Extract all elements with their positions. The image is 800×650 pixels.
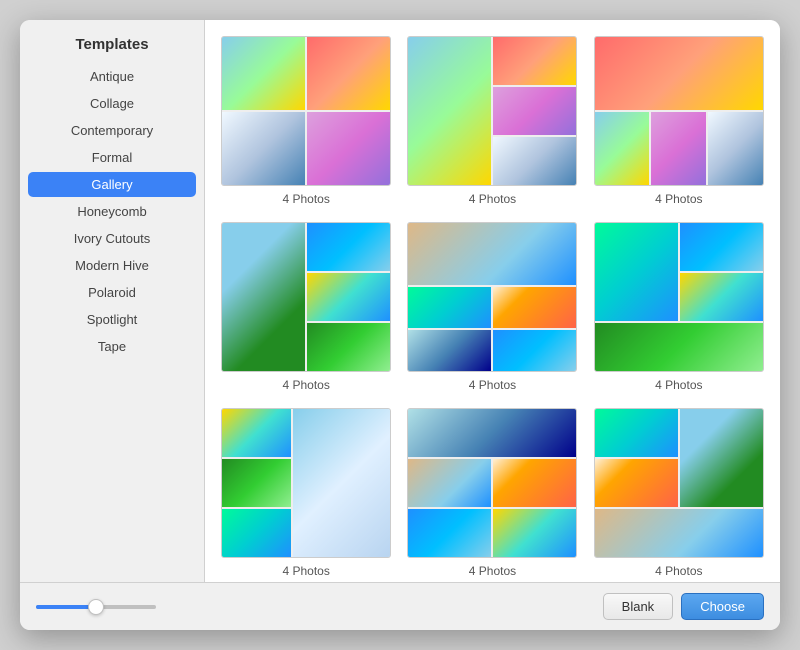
photo-cell: [595, 409, 678, 457]
template-label-4: 4 Photos: [282, 378, 329, 392]
photo-cell: [408, 223, 576, 285]
template-card-5[interactable]: 4 Photos: [407, 222, 577, 392]
blank-button[interactable]: Blank: [603, 593, 674, 620]
sidebar-item-polaroid[interactable]: Polaroid: [28, 280, 196, 305]
template-label-1: 4 Photos: [282, 192, 329, 206]
template-label-7: 4 Photos: [282, 564, 329, 578]
template-card-2[interactable]: 4 Photos: [407, 36, 577, 206]
slider-track: [36, 605, 96, 609]
photo-cell: [493, 330, 576, 371]
photo-cell: [307, 223, 390, 271]
photo-cell: [408, 287, 491, 328]
photo-cell: [493, 137, 576, 185]
footer-buttons: Blank Choose: [603, 593, 764, 620]
template-label-5: 4 Photos: [469, 378, 516, 392]
photo-cell: [222, 459, 291, 507]
template-thumb-7: [221, 408, 391, 558]
template-card-8[interactable]: 4 Photos: [407, 408, 577, 578]
template-card-7[interactable]: 4 Photos: [221, 408, 391, 578]
photo-cell: [493, 87, 576, 135]
photo-cell: [493, 287, 576, 328]
template-thumb-1: [221, 36, 391, 186]
photo-cell: [307, 112, 390, 185]
photo-cell: [680, 273, 763, 321]
sidebar: Templates Antique Collage Contemporary F…: [20, 20, 205, 582]
sidebar-item-antique[interactable]: Antique: [28, 64, 196, 89]
template-card-1[interactable]: 4 Photos: [221, 36, 391, 206]
photo-cell: [222, 409, 291, 457]
photo-cell: [408, 330, 491, 371]
template-thumb-5: [407, 222, 577, 372]
photo-cell: [680, 223, 763, 271]
template-card-9[interactable]: 4 Photos: [594, 408, 764, 578]
photo-cell: [408, 509, 491, 557]
photo-cell: [408, 37, 491, 185]
sidebar-item-ivory-cutouts[interactable]: Ivory Cutouts: [28, 226, 196, 251]
content-area: Templates Antique Collage Contemporary F…: [20, 20, 780, 582]
sidebar-item-spotlight[interactable]: Spotlight: [28, 307, 196, 332]
sidebar-item-modern-hive[interactable]: Modern Hive: [28, 253, 196, 278]
photo-cell: [708, 112, 763, 185]
photo-cell: [293, 409, 390, 557]
photo-cell: [651, 112, 706, 185]
templates-area[interactable]: 4 Photos 4 Photos: [205, 20, 780, 582]
sidebar-title: Templates: [20, 36, 204, 53]
photo-cell: [222, 112, 305, 185]
photo-cell: [595, 459, 678, 507]
photo-cell: [680, 409, 763, 507]
template-thumb-6: [594, 222, 764, 372]
slider-thumb[interactable]: [88, 599, 104, 615]
photo-cell: [493, 459, 576, 507]
photo-cell: [222, 37, 305, 110]
template-label-8: 4 Photos: [469, 564, 516, 578]
size-slider[interactable]: [36, 605, 156, 609]
photo-cell: [595, 223, 678, 321]
slider-container: [36, 605, 156, 609]
template-thumb-2: [407, 36, 577, 186]
photo-cell: [408, 459, 491, 507]
template-label-9: 4 Photos: [655, 564, 702, 578]
template-card-4[interactable]: 4 Photos: [221, 222, 391, 392]
template-thumb-8: [407, 408, 577, 558]
photo-cell: [408, 409, 576, 457]
template-label-3: 4 Photos: [655, 192, 702, 206]
template-label-6: 4 Photos: [655, 378, 702, 392]
template-thumb-4: [221, 222, 391, 372]
sidebar-item-formal[interactable]: Formal: [28, 145, 196, 170]
template-label-2: 4 Photos: [469, 192, 516, 206]
photo-cell: [595, 509, 763, 557]
template-thumb-9: [594, 408, 764, 558]
photo-cell: [493, 509, 576, 557]
photo-cell: [307, 37, 390, 110]
footer: Blank Choose: [20, 582, 780, 630]
template-card-6[interactable]: 4 Photos: [594, 222, 764, 392]
template-thumb-3: [594, 36, 764, 186]
sidebar-item-honeycomb[interactable]: Honeycomb: [28, 199, 196, 224]
sidebar-item-collage[interactable]: Collage: [28, 91, 196, 116]
main-window: Templates Antique Collage Contemporary F…: [20, 20, 780, 630]
photo-cell: [307, 323, 390, 371]
sidebar-item-tape[interactable]: Tape: [28, 334, 196, 359]
photo-cell: [222, 223, 305, 371]
photo-cell: [595, 323, 763, 371]
photo-cell: [493, 37, 576, 85]
templates-grid: 4 Photos 4 Photos: [221, 36, 764, 578]
sidebar-item-contemporary[interactable]: Contemporary: [28, 118, 196, 143]
choose-button[interactable]: Choose: [681, 593, 764, 620]
template-card-3[interactable]: 4 Photos: [594, 36, 764, 206]
sidebar-item-gallery[interactable]: Gallery: [28, 172, 196, 197]
photo-cell: [595, 112, 650, 185]
photo-cell: [595, 37, 763, 110]
photo-cell: [222, 509, 291, 557]
photo-cell: [307, 273, 390, 321]
